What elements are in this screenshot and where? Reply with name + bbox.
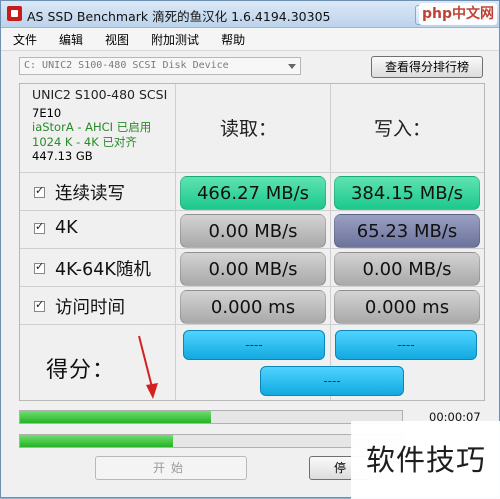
results-panel: UNIC2 S100-480 SCSI 7E10 iaStorA - AHCI … xyxy=(19,83,485,401)
progress-fill-current xyxy=(20,435,173,447)
4k-write-result: 65.23 MB/s xyxy=(334,214,480,248)
row-access-time[interactable]: 访问时间 xyxy=(34,294,125,319)
drive-size: 447.13 GB xyxy=(32,149,93,163)
read-column-header: 读取： xyxy=(220,118,278,140)
row-4k-64k[interactable]: 4K-64K随机 xyxy=(34,256,151,281)
checkbox-4k[interactable] xyxy=(34,220,45,234)
app-window: AS SSD Benchmark 滴死的鱼汉化 1.6.4194.30305 –… xyxy=(0,0,500,499)
progress-bar-current xyxy=(19,434,403,448)
chevron-down-icon xyxy=(288,64,296,69)
access-time-write-result: 0.000 ms xyxy=(334,290,480,324)
drive-firmware: 7E10 xyxy=(32,105,62,120)
device-dropdown[interactable]: C: UNIC2 S100-480 SCSI Disk Device xyxy=(19,57,301,75)
row-4k[interactable]: 4K xyxy=(34,218,78,238)
write-column-header: 写入： xyxy=(374,118,432,140)
4k-64k-write-result: 0.00 MB/s xyxy=(334,252,480,286)
checkbox-4k-64k[interactable] xyxy=(34,260,45,274)
score-read: ---- xyxy=(183,330,325,360)
php-watermark-logo: php中文网 xyxy=(419,3,497,25)
menu-extra-tests[interactable]: 附加测试 xyxy=(139,31,209,48)
drive-model: UNIC2 S100-480 SCSI xyxy=(32,87,168,102)
view-ranking-button[interactable]: 查看得分排行榜 xyxy=(371,56,483,78)
app-icon xyxy=(7,6,22,21)
row-label-4k: 4K xyxy=(55,218,78,238)
grid-divider xyxy=(20,172,484,173)
row-label-4k-64k: 4K-64K随机 xyxy=(55,260,151,280)
start-button[interactable]: 开始 xyxy=(95,456,247,480)
row-label-access-time: 访问时间 xyxy=(55,298,125,318)
row-label-sequential: 连续读写 xyxy=(55,184,125,204)
drive-alignment-status: 1024 K - 4K 已对齐 xyxy=(32,134,137,149)
4k-64k-read-result: 0.00 MB/s xyxy=(180,252,326,286)
progress-fill-total xyxy=(20,411,211,423)
drive-info: UNIC2 S100-480 SCSI 7E10 iaStorA - AHCI … xyxy=(32,87,168,164)
sequential-read-result: 466.27 MB/s xyxy=(180,176,326,210)
score-label: 得分： xyxy=(46,358,116,383)
menu-bar: 文件 编辑 视图 附加测试 帮助 xyxy=(1,28,499,50)
menu-divider xyxy=(1,50,499,51)
drive-driver-status: iaStorA - AHCI 已启用 xyxy=(32,120,152,134)
4k-read-result: 0.00 MB/s xyxy=(180,214,326,248)
row-sequential[interactable]: 连续读写 xyxy=(34,180,125,205)
watermark-text: 软件技巧 xyxy=(351,421,500,499)
device-selected-value: C: UNIC2 S100-480 SCSI Disk Device xyxy=(24,60,229,71)
menu-view[interactable]: 视图 xyxy=(93,31,139,48)
score-total: ---- xyxy=(260,366,404,396)
grid-divider xyxy=(175,84,176,400)
title-bar[interactable]: AS SSD Benchmark 滴死的鱼汉化 1.6.4194.30305 –… xyxy=(1,1,499,28)
checkbox-sequential[interactable] xyxy=(34,184,45,198)
grid-divider xyxy=(330,84,331,400)
menu-file[interactable]: 文件 xyxy=(1,31,47,48)
menu-edit[interactable]: 编辑 xyxy=(47,31,93,48)
menu-help[interactable]: 帮助 xyxy=(209,31,255,48)
progress-bar-total xyxy=(19,410,403,424)
access-time-read-result: 0.000 ms xyxy=(180,290,326,324)
window-title: AS SSD Benchmark 滴死的鱼汉化 1.6.4194.30305 xyxy=(27,9,331,24)
sequential-write-result: 384.15 MB/s xyxy=(334,176,480,210)
score-write: ---- xyxy=(335,330,477,360)
checkbox-access-time[interactable] xyxy=(34,298,45,312)
